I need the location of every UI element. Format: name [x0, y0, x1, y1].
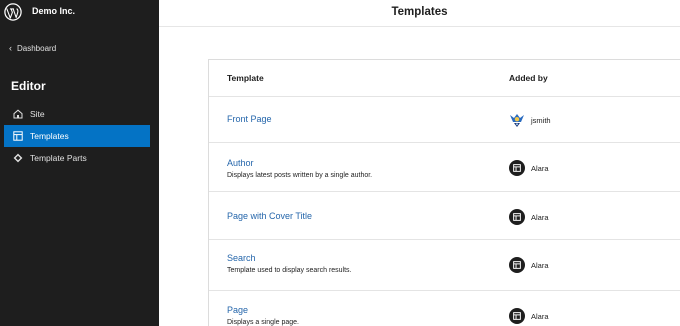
layout-icon — [513, 261, 521, 269]
added-by: Alara — [509, 257, 549, 273]
chevron-left-icon: ‹ — [9, 43, 12, 53]
template-title-link[interactable]: Search — [227, 253, 256, 263]
template-description: Displays latest posts written by a singl… — [227, 172, 373, 179]
site-title[interactable]: Demo Inc. — [32, 6, 75, 16]
template-title-link[interactable]: Front Page — [227, 114, 272, 124]
author-name: jsmith — [531, 115, 551, 125]
table-row: Front Page jsmith — [209, 97, 680, 143]
symbol-filled-icon — [13, 153, 23, 163]
added-by: Alara — [509, 308, 549, 324]
sidebar-item-label: Templates — [30, 131, 69, 141]
theme-author-icon — [509, 308, 525, 324]
user-avatar-icon — [510, 114, 524, 127]
layout-icon — [513, 312, 521, 320]
column-header-template: Template — [227, 73, 264, 83]
header: Templates — [159, 0, 680, 27]
theme-author-icon — [509, 209, 525, 225]
added-by: jsmith — [509, 112, 551, 128]
author-name: Alara — [531, 212, 549, 222]
sidebar: Demo Inc. ‹ Dashboard Editor Site Templa… — [0, 0, 159, 326]
template-title-link[interactable]: Author — [227, 158, 254, 168]
template-title-link[interactable]: Page — [227, 305, 248, 315]
added-by: Alara — [509, 209, 549, 225]
table-row: Search Template used to display search r… — [209, 240, 680, 291]
templates-table: Template Added by Front Page jsmith Auth… — [208, 59, 680, 326]
back-link-label: Dashboard — [17, 44, 57, 53]
table-row: Author Displays latest posts written by … — [209, 143, 680, 192]
editor-section-title: Editor — [11, 79, 46, 93]
site-hub: Demo Inc. — [0, 0, 159, 26]
sidebar-item-templates[interactable]: Templates — [4, 125, 150, 147]
page-title: Templates — [391, 6, 448, 18]
theme-author-icon — [509, 160, 525, 176]
back-to-dashboard-link[interactable]: ‹ Dashboard — [9, 43, 57, 54]
table-row: Page with Cover Title Alara — [209, 192, 680, 240]
sidebar-item-label: Template Parts — [30, 153, 87, 163]
layout-icon — [513, 213, 521, 221]
sidebar-item-site[interactable]: Site — [4, 103, 150, 125]
layout-icon — [13, 131, 23, 141]
template-description: Template used to display search results. — [227, 267, 352, 274]
template-title-link[interactable]: Page with Cover Title — [227, 211, 312, 221]
author-name: Alara — [531, 311, 549, 321]
sidebar-item-label: Site — [30, 109, 45, 119]
sidebar-item-template-parts[interactable]: Template Parts — [4, 147, 150, 169]
column-header-added-by: Added by — [509, 73, 548, 83]
author-name: Alara — [531, 163, 549, 173]
layout-icon — [513, 164, 521, 172]
template-description: Displays a single page. — [227, 319, 299, 326]
wordpress-logo-icon[interactable] — [4, 3, 22, 21]
theme-author-icon — [509, 257, 525, 273]
added-by: Alara — [509, 160, 549, 176]
table-row: Page Displays a single page. Alara — [209, 291, 680, 326]
author-name: Alara — [531, 260, 549, 270]
table-header: Template Added by — [209, 60, 680, 97]
home-icon — [13, 109, 23, 119]
